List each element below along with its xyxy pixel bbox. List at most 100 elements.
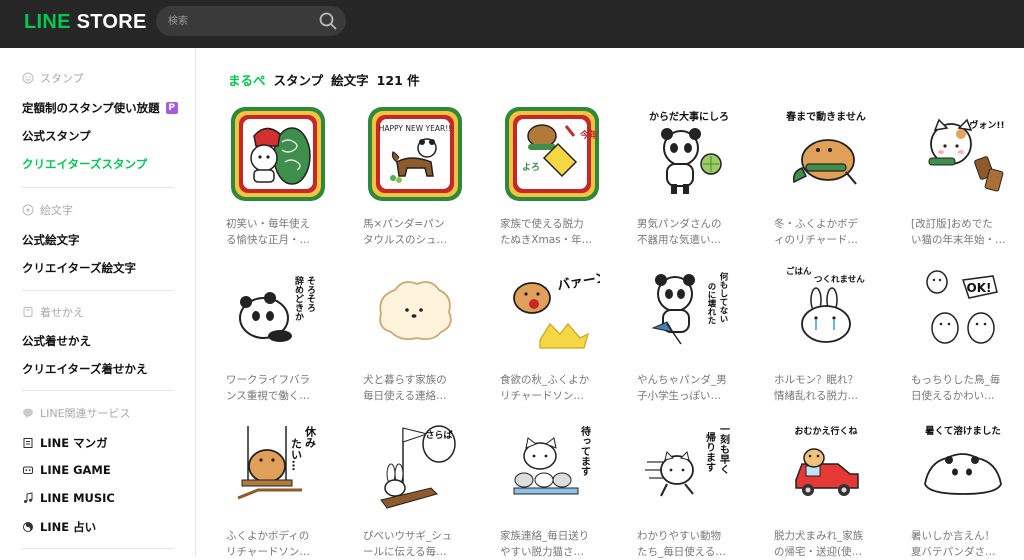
title-line: リチャードソン…	[226, 546, 310, 558]
sticker-card[interactable]: からだ大事にしろ 男気パンダさんの 不器用な気遣い…	[637, 106, 747, 248]
rabbit-crying-sticker-icon: ごはん つくれません	[786, 266, 865, 343]
sticker-card[interactable]: ごはん つくれません ホルモン？眠れ？ 情緒乱れる脱力…	[774, 262, 884, 404]
sticker-title: ホルモン？眠れ？ 情緒乱れる脱力…	[774, 372, 884, 404]
sticker-card[interactable]: 今年 よろ 家族で使える脱力 たぬきXmas・年…	[500, 106, 610, 248]
sidebar-item-official-stamps[interactable]: 公式スタンプ	[22, 128, 91, 144]
music-note-icon	[24, 492, 33, 503]
sticker-card[interactable]: 待ってます 家族連絡_毎日送り やすい脱力猫さ…	[500, 418, 610, 560]
sidebar-item-line-game[interactable]: LINE GAME	[22, 463, 111, 477]
sticker-title: ワークライフバラ ンス重視で働く…	[226, 372, 336, 404]
sticker-title: 初笑い・毎年使え る愉快な正月・…	[226, 216, 336, 248]
sticker-card[interactable]: さらば ぴべいウサギ_シュ ールに伝える毎…	[363, 418, 473, 560]
search-icon[interactable]	[318, 11, 338, 31]
sticker-title: やんちゃパンダ_男 子小学生っぽい…	[637, 372, 747, 404]
sticker-art-text: 暑くて溶けました	[924, 425, 1001, 437]
title-line: タウルスのシュ…	[363, 234, 447, 246]
title-line: リチャードソン…	[500, 390, 584, 402]
divider	[22, 290, 174, 291]
tab-stamp[interactable]: スタンプ	[274, 70, 324, 89]
search-term: まるぺ	[228, 73, 266, 88]
top-bar: LINE STORE	[0, 0, 1024, 48]
sticker-title: わかりやすい動物 たち_毎日使える…	[637, 528, 747, 560]
cats-waiting-sticker-icon: 待ってます	[513, 425, 591, 495]
sticker-card[interactable]: HAPPY NEW YEAR!! 馬×パンダ=パン タウルスのシュ…	[363, 106, 473, 248]
sticker-card[interactable]: 休み たい… ふくよかボディの リチャードソン…	[226, 418, 336, 560]
sidebar-item-line-manga[interactable]: LINE マンガ	[22, 435, 108, 451]
line-store-logo[interactable]: LINE STORE	[24, 11, 147, 34]
sticker-art-text: つくれません	[814, 275, 865, 285]
sticker-title: 食欲の秋_ふくよか リチャードソン…	[500, 372, 610, 404]
lion-dance-panda-sticker-icon	[231, 107, 325, 201]
hamster-eating-sticker-icon: バァーン	[513, 270, 609, 349]
sticker-card[interactable]: 暑くて溶けました 暑いしか言えん！ 夏バテパンダさ…	[911, 418, 1021, 560]
sidebar-item-creators-stamps[interactable]: クリエイターズスタンプ	[22, 156, 147, 172]
title-line: 不器用な気遣い…	[637, 234, 721, 246]
rabbit-flag-sticker-icon: さらば	[380, 425, 456, 509]
sidebar-item-line-music[interactable]: LINE MUSIC	[22, 491, 115, 505]
section-header-theme: 着せかえ	[22, 304, 84, 320]
title-line: 食欲の秋_ふくよか	[500, 374, 590, 386]
sticker-title: [改訂版]おめでたい猫の年末年始・…	[911, 216, 1021, 248]
sidebar-item-line-fortune[interactable]: LINE 占い	[22, 519, 96, 535]
book-icon	[23, 438, 33, 448]
title-line: 毎日使える連絡…	[363, 390, 447, 402]
divider	[22, 187, 174, 188]
sticker-card[interactable]: 犬と暮らす家族の 毎日使える連絡…	[363, 262, 473, 404]
fortune-icon	[23, 522, 33, 532]
sticker-art-text: からだ大事にしろ	[649, 110, 729, 123]
sticker-title: 暑いしか言えん！ 夏バテパンダさ…	[911, 528, 1021, 560]
title-line: もっちりした鳥_毎	[911, 374, 1001, 386]
result-count: 121 件	[376, 73, 420, 88]
sidebar-item-label: 公式着せかえ	[22, 334, 91, 348]
game-icon	[23, 466, 33, 474]
happy-new-year-panda-sticker-icon: HAPPY NEW YEAR!!	[368, 107, 462, 201]
birds-ok-sticker-icon: OK!	[926, 270, 998, 344]
sticker-card[interactable]: ヴォン!! [改訂版]おめでた い猫の年末年始・…	[911, 106, 1021, 248]
section-label: スタンプ	[40, 72, 84, 85]
sidebar-item-unlimited[interactable]: 定額制のスタンプ使い放題 P	[22, 100, 178, 116]
sidebar-item-official-emoji[interactable]: 公式絵文字	[22, 232, 80, 248]
logo-prefix: LINE	[24, 11, 71, 33]
sticker-art-text: おむかえ行くね	[794, 425, 857, 437]
sticker-title: もっちりした鳥_毎 日使えるかわい…	[911, 372, 1021, 404]
section-header-stamp: スタンプ	[22, 70, 84, 86]
sticker-card[interactable]: そろそろ 辞めどきか ワークライフバラ ンス重視で働く…	[226, 262, 336, 404]
sticker-card[interactable]: 春まで動きません 冬・ふくよかボデ ィのリチャード…	[774, 106, 884, 248]
sticker-card[interactable]: 初笑い・毎年使え る愉快な正月・…	[226, 106, 336, 248]
sidebar-item-label: LINE マンガ	[40, 436, 108, 450]
tab-emoji[interactable]: 絵文字	[331, 70, 369, 89]
sticker-art-text: バァーン	[556, 270, 600, 294]
sidebar-item-label: LINE MUSIC	[40, 491, 115, 505]
sticker-title: 脱力犬まみれ_家族 の帰宅・送迎(使…	[774, 528, 884, 560]
sticker-card[interactable]: おむかえ行くね 脱力犬まみれ_家族 の帰宅・送迎(使…	[774, 418, 884, 560]
title-line: い猫の年末年始・…	[911, 234, 1006, 246]
melting-panda-sticker-icon: 暑くて溶けました	[924, 425, 1002, 495]
sticker-card[interactable]: 一刻も早く 帰ります わかりやすい動物 たち_毎日使える…	[637, 418, 747, 560]
title-line: ィのリチャード…	[774, 234, 858, 246]
dog-car-sticker-icon: おむかえ行くね	[794, 425, 859, 496]
title-line: たち_毎日使える…	[637, 546, 726, 558]
sticker-card[interactable]: OK! もっちりした鳥_毎 日使えるかわい…	[911, 262, 1021, 404]
search-input[interactable]	[168, 12, 308, 30]
sidebar-item-official-theme[interactable]: 公式着せかえ	[22, 333, 91, 349]
title-line: [改訂版]おめでた	[911, 218, 993, 230]
sticker-art-text: ごはん	[786, 266, 812, 277]
title-line: 脱力犬まみれ_家族	[774, 530, 864, 542]
sticker-card[interactable]: 何もしてない のに壊れた やんちゃパンダ_男 子小学生っぽい…	[637, 262, 747, 404]
sidebar-item-creators-emoji[interactable]: クリエイターズ絵文字	[22, 260, 136, 276]
title-line: 情緒乱れる脱力…	[774, 390, 858, 402]
search-box	[156, 6, 346, 36]
title-line: 夏バテパンダさ…	[911, 546, 996, 558]
hamster-swing-sticker-icon: 休み たい…	[237, 425, 317, 500]
title-line: る愉快な正月・…	[226, 234, 310, 246]
sidebar-item-creators-theme[interactable]: クリエイターズ着せかえ	[22, 361, 147, 377]
title-line: 初笑い・毎年使え	[226, 218, 310, 230]
sticker-art-text: さらば	[425, 429, 452, 441]
sticker-art-text: 一刻も早く	[718, 424, 730, 474]
title-line: ふくよかボディの	[226, 530, 310, 542]
sticker-title: 家族で使える脱力 たぬきXmas・年…	[500, 216, 610, 248]
title-line: 暑いしか言えん！	[911, 530, 995, 542]
sticker-art-text: たい…	[290, 438, 303, 471]
section-header-services: LINE関連サービス	[22, 405, 131, 421]
sticker-card[interactable]: バァーン 食欲の秋_ふくよか リチャードソン…	[500, 262, 610, 404]
